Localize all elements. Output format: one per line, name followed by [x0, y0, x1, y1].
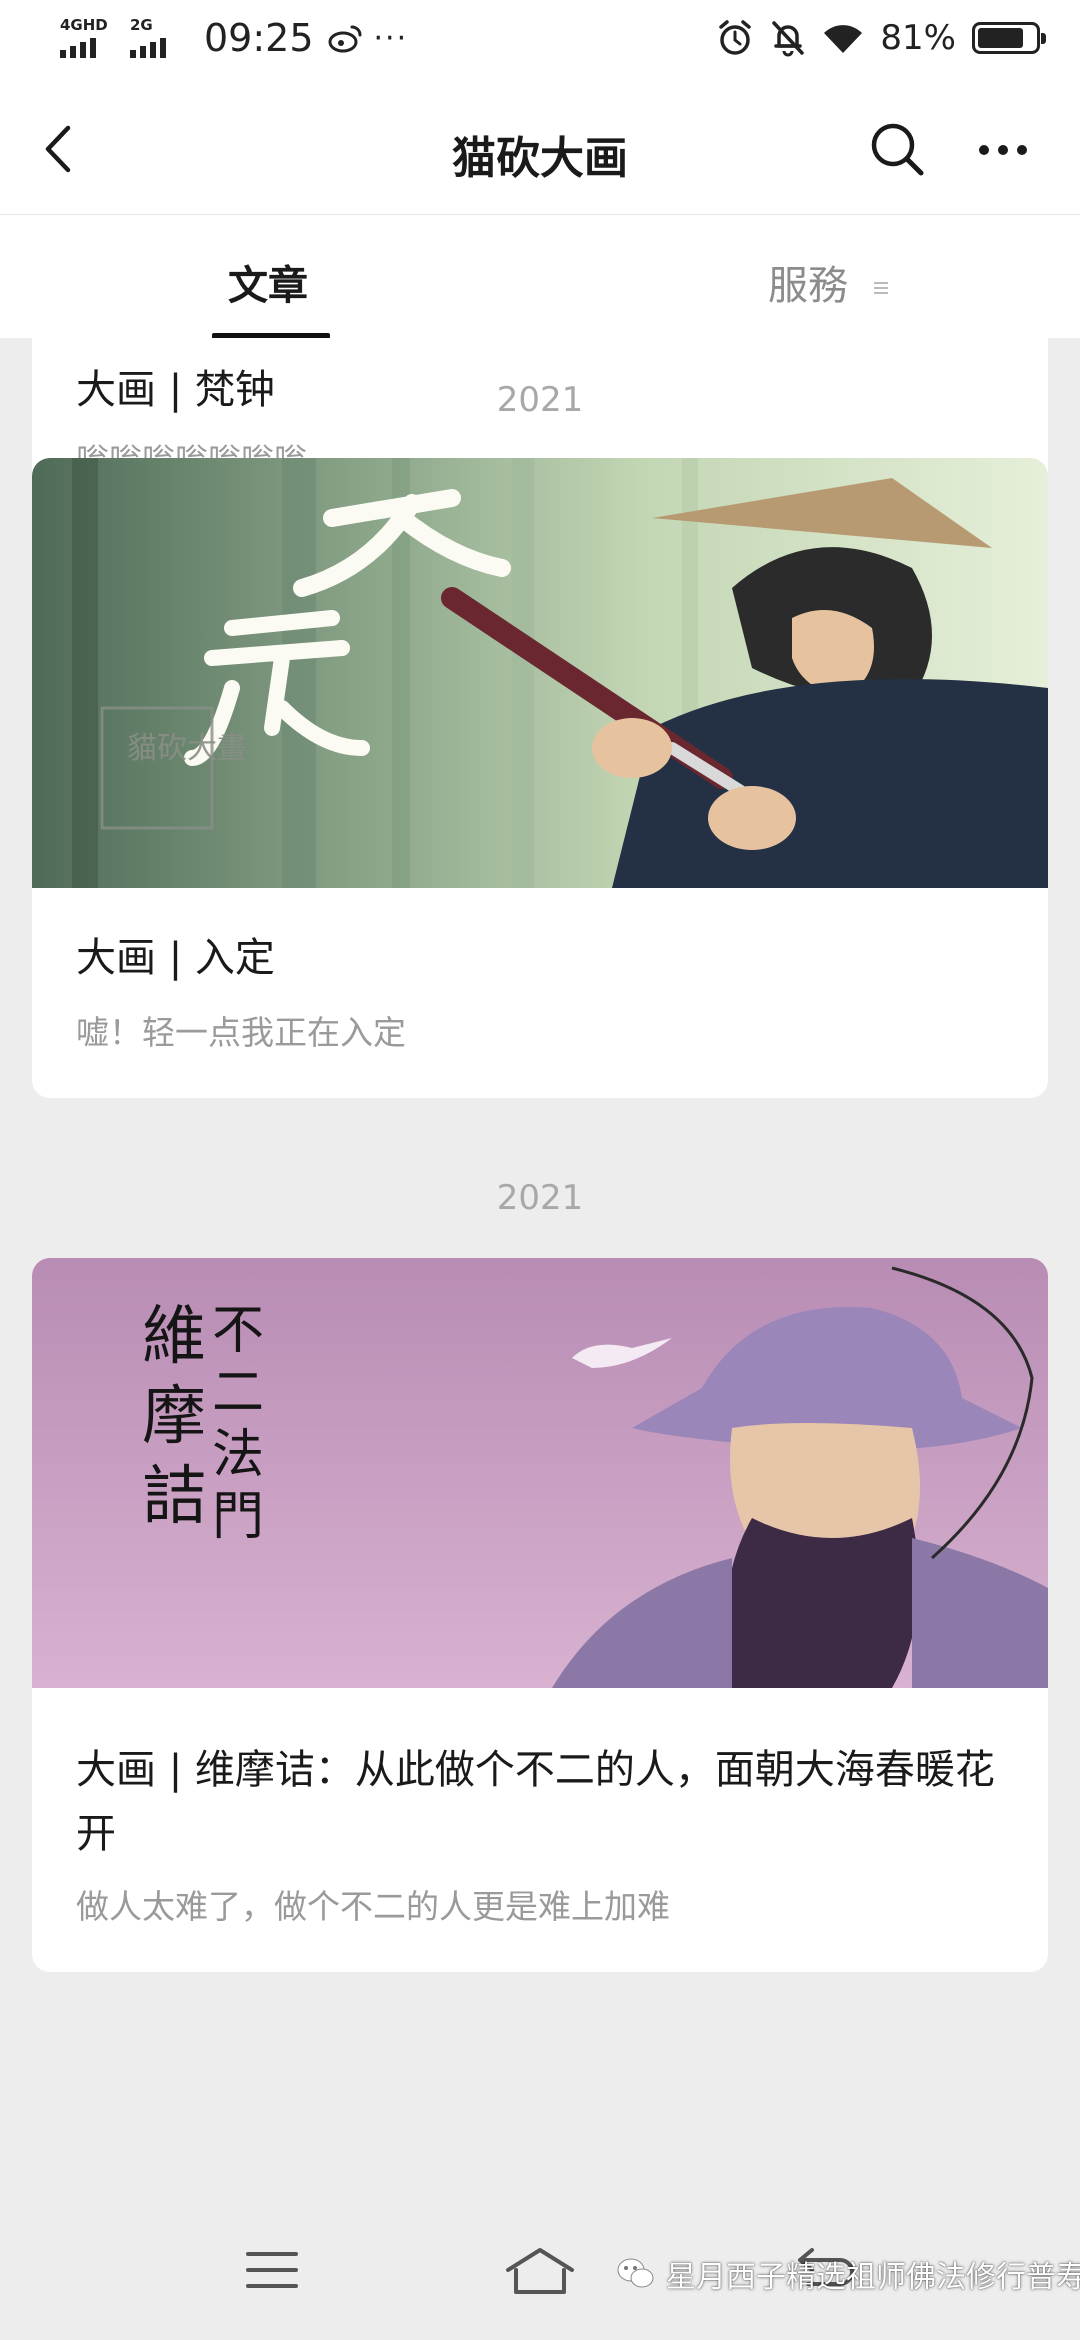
tab-service[interactable]: 服務 — [768, 253, 889, 311]
article-title: 大画 | 入定 — [76, 935, 275, 981]
status-time: 09:25 — [204, 16, 314, 60]
menu-mini-icon — [873, 282, 888, 294]
article-title: 大画 | 维摩诘：从此做个不二的人，面朝大海春暖花开 — [76, 1747, 995, 1857]
article-card[interactable]: 貓砍大畫 大画 | 入定 嘘！轻一点我正在入定 — [32, 458, 1048, 1098]
system-nav-bar: 星月西子精选祖师佛法修行普寿 — [0, 2198, 1080, 2340]
more-dots-icon[interactable] — [976, 140, 1030, 160]
cover-seal: 貓砍大畫 — [127, 731, 247, 766]
status-more: ··· — [373, 20, 409, 56]
article-card[interactable]: 維摩詰 不二法門 大画 | 维摩诘：从此做个不二的人，面朝大海春暖花开 做人太难… — [32, 1258, 1048, 1972]
battery-fill — [978, 28, 1023, 48]
signal-2g-icon: 2G — [128, 16, 186, 60]
article-list: 大画 | 梵钟 嗡嗡嗡嗡嗡嗡嗡 2021 — [0, 338, 1080, 2198]
wechat-icon — [617, 2258, 654, 2288]
watermark-text: 星月西子精选祖师佛法修行普寿 — [666, 2260, 1080, 2295]
article-summary: 做人太难了，做个不二的人更是难上加难 — [76, 1887, 670, 1926]
tab-service-label: 服務 — [768, 263, 848, 309]
alarm-icon — [719, 20, 752, 55]
home-icon[interactable] — [502, 2244, 578, 2298]
article-summary: 嘘！轻一点我正在入定 — [76, 1013, 406, 1052]
battery-percent: 81% — [880, 18, 956, 58]
year-label: 2021 — [496, 380, 584, 420]
tab-bar: 文章 服務 — [0, 214, 1080, 339]
watermark: 星月西子精选祖师佛法修行普寿 — [616, 2252, 1080, 2296]
tab-articles[interactable]: 文章 — [228, 253, 308, 311]
article-cover-image: 維摩詰 不二法門 — [32, 1258, 1048, 1688]
network-4g-label: 4GHD — [60, 16, 108, 34]
year-label: 2021 — [496, 1178, 584, 1218]
weibo-icon — [328, 25, 362, 53]
search-icon[interactable] — [868, 120, 926, 178]
mute-bell-icon — [772, 21, 805, 57]
signal-4g-icon: 4GHD — [58, 16, 116, 60]
cover-text-1: 維摩詰 — [142, 1300, 206, 1534]
article-cover-image: 貓砍大畫 — [32, 458, 1048, 888]
battery-icon — [972, 22, 1046, 54]
status-bar: 4GHD 2G 09:25 ··· 81% — [0, 0, 1080, 84]
title-bar: 猫砍大画 — [0, 84, 1080, 214]
wifi-icon — [824, 25, 863, 53]
menu-icon[interactable] — [244, 2248, 300, 2292]
network-2g-label: 2G — [130, 16, 153, 34]
